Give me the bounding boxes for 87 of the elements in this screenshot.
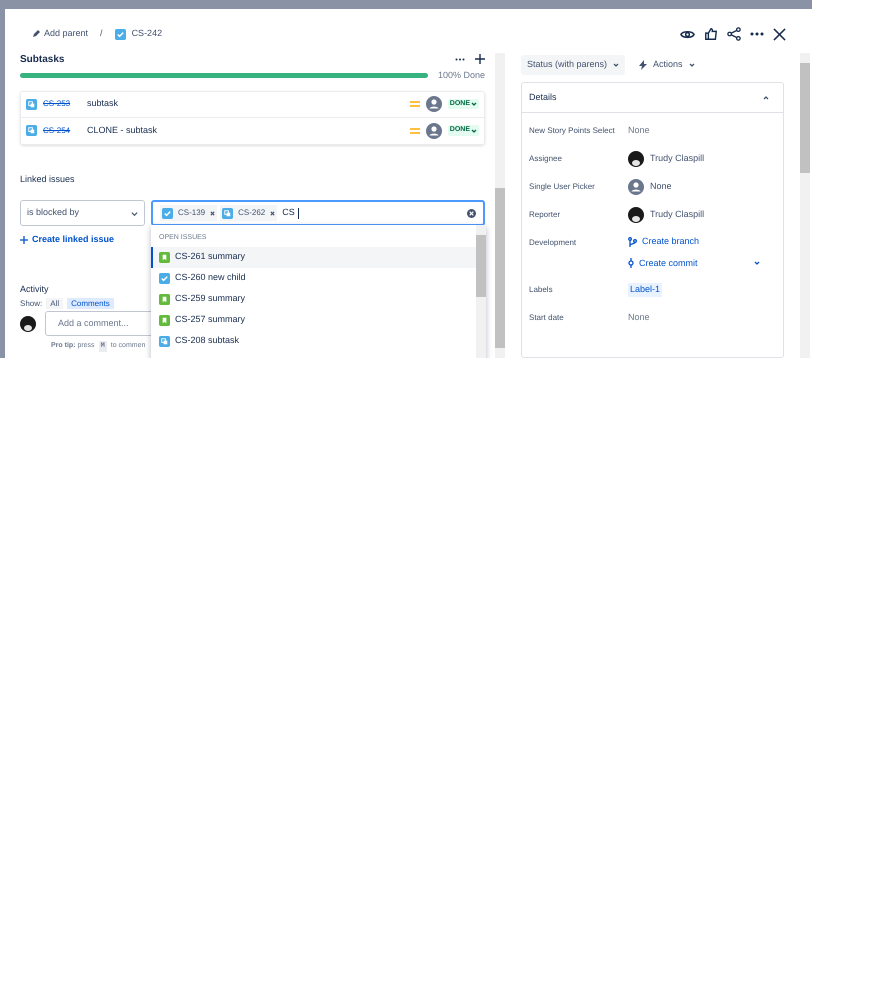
- bookmark-icon: [159, 314, 170, 326]
- filter-tab[interactable]: Comments: [67, 298, 114, 309]
- plus-icon[interactable]: [475, 54, 485, 64]
- link-type-select[interactable]: is blocked by: [20, 200, 145, 226]
- field-label: Assignee: [529, 153, 563, 165]
- more-icon[interactable]: [455, 58, 465, 60]
- dropdown-option[interactable]: CS-259 summary: [151, 288, 476, 310]
- avatar-icon: [628, 151, 644, 167]
- section-title: Subtasks: [20, 52, 64, 66]
- dropdown-option[interactable]: CS-260 new child: [151, 268, 476, 288]
- field-label: Start date: [529, 312, 565, 324]
- user-name: Trudy Claspill: [650, 208, 704, 222]
- chevron-down-icon: [688, 62, 695, 68]
- details-header[interactable]: Details: [522, 83, 783, 113]
- chevron-up-icon: [763, 94, 769, 100]
- filter-tab[interactable]: All: [46, 298, 64, 309]
- lightning-icon: [639, 60, 648, 70]
- field-label: Single User Picker: [529, 181, 596, 193]
- checkbox-icon: [114, 28, 126, 40]
- subtask-icon: [222, 208, 234, 218]
- scrollbar-thumb[interactable]: [476, 235, 486, 297]
- user-icon: [426, 96, 442, 112]
- issue-tag: CS-262: [220, 205, 278, 221]
- user-icon: [426, 122, 442, 138]
- issue-key-link[interactable]: CS-254: [43, 124, 81, 136]
- create-commit-link[interactable]: Create commit: [628, 256, 698, 270]
- subtask-icon: [26, 98, 37, 110]
- issue-link[interactable]: CS-242: [114, 27, 162, 41]
- scrollbar-thumb[interactable]: [495, 188, 505, 348]
- clear-icon[interactable]: [467, 208, 476, 218]
- share-icon[interactable]: [727, 27, 741, 41]
- chevron-down-icon: [613, 62, 620, 68]
- field-label: New Story Points Select: [529, 125, 616, 137]
- checkbox-icon: [159, 272, 170, 284]
- field-value: None: [628, 124, 650, 138]
- label-tag[interactable]: Label-1: [628, 283, 662, 297]
- breadcrumb-separator: /: [100, 27, 103, 40]
- dropdown-option[interactable]: CS-261 summary: [151, 246, 476, 268]
- scrollbar-thumb[interactable]: [800, 63, 810, 173]
- field-value: None: [628, 311, 650, 324]
- show-label: Show:: [20, 298, 42, 309]
- checkbox-icon: [162, 208, 173, 218]
- create-linked-issue-link[interactable]: Create linked issue: [20, 233, 114, 246]
- scrollbar[interactable]: [800, 53, 810, 358]
- scrollbar[interactable]: [495, 53, 505, 358]
- bookmark-icon: [159, 294, 170, 304]
- close-icon[interactable]: [773, 28, 786, 40]
- user-name: None: [650, 180, 672, 194]
- chevron-down-icon: [471, 128, 477, 134]
- user-name: Trudy Claspill: [650, 152, 704, 166]
- avatar-icon: [20, 316, 36, 332]
- plus-icon: [20, 236, 28, 244]
- subtask-icon: [26, 125, 37, 136]
- progress-label: 100% Done: [438, 69, 485, 82]
- priority-icon: [410, 126, 420, 134]
- scrollbar[interactable]: [476, 225, 486, 358]
- field-label: Labels: [529, 284, 554, 296]
- actions-button[interactable]: Actions: [639, 58, 695, 72]
- section-title: Linked issues: [20, 172, 76, 186]
- pencil-icon: [32, 30, 40, 38]
- remove-icon[interactable]: [270, 210, 276, 216]
- issue-key-link[interactable]: CS-253: [43, 98, 81, 110]
- field-label: Development: [529, 237, 578, 249]
- subtask-icon: [159, 336, 170, 346]
- dropdown-option[interactable]: CS-208 subtask: [151, 330, 476, 352]
- search-value: CS: [282, 206, 295, 220]
- branch-icon: [628, 236, 637, 247]
- commit-icon: [628, 258, 634, 268]
- more-icon[interactable]: [750, 32, 764, 36]
- chevron-down-icon: [471, 101, 477, 107]
- priority-icon: [410, 100, 420, 108]
- field-label: Reporter: [529, 209, 562, 221]
- avatar-icon: [628, 207, 644, 223]
- user-icon: [628, 179, 644, 195]
- add-parent-button[interactable]: Add parent: [32, 27, 88, 41]
- issue-tag: CS-139: [160, 205, 218, 221]
- thumbs-up-icon[interactable]: [704, 27, 718, 41]
- subtask-summary: CLONE - subtask: [87, 124, 158, 137]
- chevron-down-icon[interactable]: [754, 260, 760, 266]
- bookmark-icon: [159, 252, 170, 262]
- subtask-summary: subtask: [87, 97, 118, 110]
- section-title: Activity: [20, 282, 50, 296]
- chevron-down-icon: [131, 210, 138, 216]
- remove-icon[interactable]: [210, 210, 216, 216]
- create-branch-link[interactable]: Create branch: [628, 235, 700, 248]
- dropdown-option[interactable]: CS-257 summary: [151, 310, 476, 330]
- status-button[interactable]: Status (with parens): [521, 55, 626, 75]
